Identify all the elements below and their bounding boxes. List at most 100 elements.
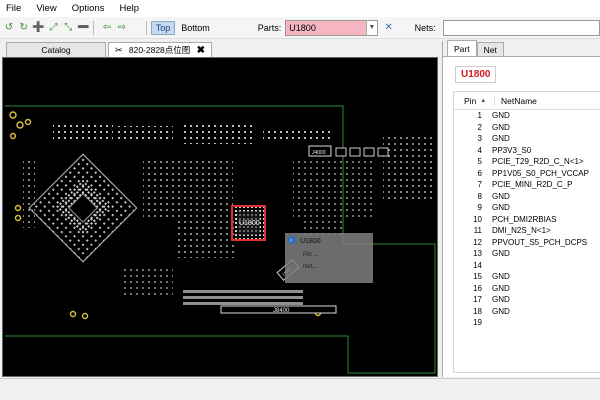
tab-catalog-label: Catalog (41, 45, 71, 55)
table-row[interactable]: 9 GND (454, 202, 600, 214)
table-row[interactable]: 3 GND (454, 133, 600, 145)
menu-file[interactable]: File (6, 3, 21, 14)
bottom-side-button[interactable]: Bottom (177, 22, 214, 34)
rotate-left-icon[interactable]: ↺ (3, 22, 15, 34)
back-arrow-icon[interactable]: ⇦ (101, 22, 113, 34)
board-drawing[interactable]: J4000 U1800 U900 J8400 i U1800 Pin ... N… (3, 58, 438, 377)
nets-input[interactable] (442, 19, 600, 36)
net-name: PCIE_T29_R2D_C_N<1> (492, 157, 584, 167)
connector-row (335, 147, 389, 157)
table-row[interactable]: 8 GND (454, 191, 600, 203)
pin-number: 7 (477, 180, 482, 190)
cpu-socket (28, 153, 138, 263)
zoom-fit-icon[interactable]: ⤢ (48, 22, 60, 34)
table-row[interactable]: 19 (454, 317, 600, 329)
rotate-right-icon[interactable]: ↻ (18, 22, 30, 34)
j8400-label: J8400 (273, 308, 290, 314)
table-row[interactable]: 18 GND (454, 306, 600, 318)
tab-board-view[interactable]: ✂ 820-2828点位图 ✖ (108, 42, 212, 57)
zoom-in-icon[interactable]: ➕ (32, 22, 44, 34)
table-row[interactable]: 4 PP3V3_S0 (454, 145, 600, 157)
pin-number: 6 (477, 168, 482, 178)
u1800-board-label: U1800 (239, 220, 260, 227)
table-row[interactable]: 5 PCIE_T29_R2D_C_N<1> (454, 156, 600, 168)
table-row[interactable]: 2 GND (454, 122, 600, 134)
menu-view[interactable]: View (36, 3, 56, 14)
net-name: PPVOUT_S5_PCH_DCPS (492, 237, 588, 247)
column-header-pin[interactable]: Pin ▲ (454, 96, 494, 106)
net-name: GND (492, 272, 510, 282)
panel-tabs: Part Net (443, 40, 600, 57)
net-name: PP1V05_S0_PCH_VCCAP (492, 168, 589, 178)
table-row[interactable]: 7 PCIE_MINI_R2D_C_P (454, 179, 600, 191)
tab-net[interactable]: Net (476, 42, 504, 56)
net-name: PP3V3_S0 (492, 145, 532, 155)
table-header: Pin ▲ NetName (454, 92, 600, 110)
table-row[interactable]: 1 GND (454, 110, 600, 122)
net-name: GND (492, 295, 510, 305)
net-name: GND (492, 249, 510, 259)
pin-number: 3 (477, 134, 482, 144)
net-name: GND (492, 111, 510, 121)
pin-number: 17 (473, 295, 482, 305)
table-row[interactable]: 13 GND (454, 248, 600, 260)
net-name: GND (492, 122, 510, 132)
column-header-netname[interactable]: NetName (494, 95, 600, 106)
dimm-connectors (183, 290, 303, 305)
menu-options[interactable]: Options (72, 3, 105, 14)
j4000-label: J4000 (312, 150, 326, 156)
table-row[interactable]: 15 GND (454, 271, 600, 283)
document-tabs: Catalog ✂ 820-2828点位图 ✖ (0, 41, 438, 57)
net-name: GND (492, 134, 510, 144)
tab-catalog[interactable]: Catalog (6, 42, 106, 57)
hover-tooltip: i U1800 Pin ... Net... (285, 233, 373, 283)
table-body: 1 GND 2 GND 3 GND 4 PP3V3_S0 5 PCIE_T29_R2D_C_N<1… (454, 110, 600, 329)
table-row[interactable]: 17 GND (454, 294, 600, 306)
board-view-canvas[interactable]: J4000 U1800 U900 J8400 i U1800 Pin ... N… (2, 57, 438, 377)
table-row[interactable]: 16 GND (454, 283, 600, 295)
toolbar-separator (93, 20, 95, 35)
part-info-panel: Part Net U1800 Pin ▲ NetName 1 GND 2 GND 3 GN… (442, 40, 600, 377)
pin-number: 12 (473, 237, 482, 247)
pin-net-table[interactable]: Pin ▲ NetName 1 GND 2 GND 3 GND 4 PP3V3_S0 5 PCIE… (453, 91, 600, 373)
table-row[interactable]: 6 PP1V05_S0_PCH_VCCAP (454, 168, 600, 180)
chevron-down-icon[interactable]: ▼ (365, 20, 377, 35)
close-icon[interactable]: ✖ (197, 45, 205, 56)
scissors-icon: ✂ (115, 44, 123, 55)
svg-text:i: i (291, 238, 292, 244)
pin-number: 5 (477, 157, 482, 167)
parts-value: U1800 (289, 22, 316, 33)
nets-label: Nets: (414, 22, 436, 33)
net-name: GND (492, 203, 510, 213)
tab-board-label: 820-2828点位图 (128, 45, 191, 55)
table-row[interactable]: 12 PPVOUT_S5_PCH_DCPS (454, 237, 600, 249)
sort-ascending-icon: ▲ (480, 97, 487, 104)
pin-number: 11 (473, 226, 482, 236)
top-side-button[interactable]: Top (150, 20, 176, 35)
pin-number: 18 (473, 306, 482, 316)
parts-combobox[interactable]: U1800 ▼ (285, 19, 378, 36)
net-name: PCIE_MINI_R2D_C_P (492, 180, 573, 190)
tooltip-title: U1800 (300, 238, 321, 245)
forward-arrow-icon[interactable]: ⇨ (116, 22, 128, 34)
zoom-area-icon[interactable]: ⤡ (62, 22, 74, 34)
zoom-out-icon[interactable]: ➖ (77, 22, 89, 34)
pin-number: 9 (477, 203, 482, 213)
net-name: GND (492, 191, 510, 201)
pin-number: 15 (473, 272, 482, 282)
pin-number: 19 (473, 318, 482, 328)
table-row[interactable]: 10 PCH_DMI2RBIAS (454, 214, 600, 226)
net-name: GND (492, 306, 510, 316)
parts-label: Parts: (257, 22, 282, 33)
menu-help[interactable]: Help (119, 3, 139, 14)
clear-filter-icon[interactable]: ✕ (383, 22, 395, 34)
menu-bar: File View Options Help (0, 0, 600, 17)
table-row[interactable]: 11 DMI_N2S_N<1> (454, 225, 600, 237)
selected-part-name: U1800 (455, 66, 497, 83)
tab-part[interactable]: Part (447, 40, 477, 56)
net-name: PCH_DMI2RBIAS (492, 214, 557, 224)
table-row[interactable]: 14 (454, 260, 600, 272)
pin-number: 16 (473, 283, 482, 293)
pin-number: 1 (477, 111, 482, 121)
pin-number: 2 (477, 122, 482, 132)
